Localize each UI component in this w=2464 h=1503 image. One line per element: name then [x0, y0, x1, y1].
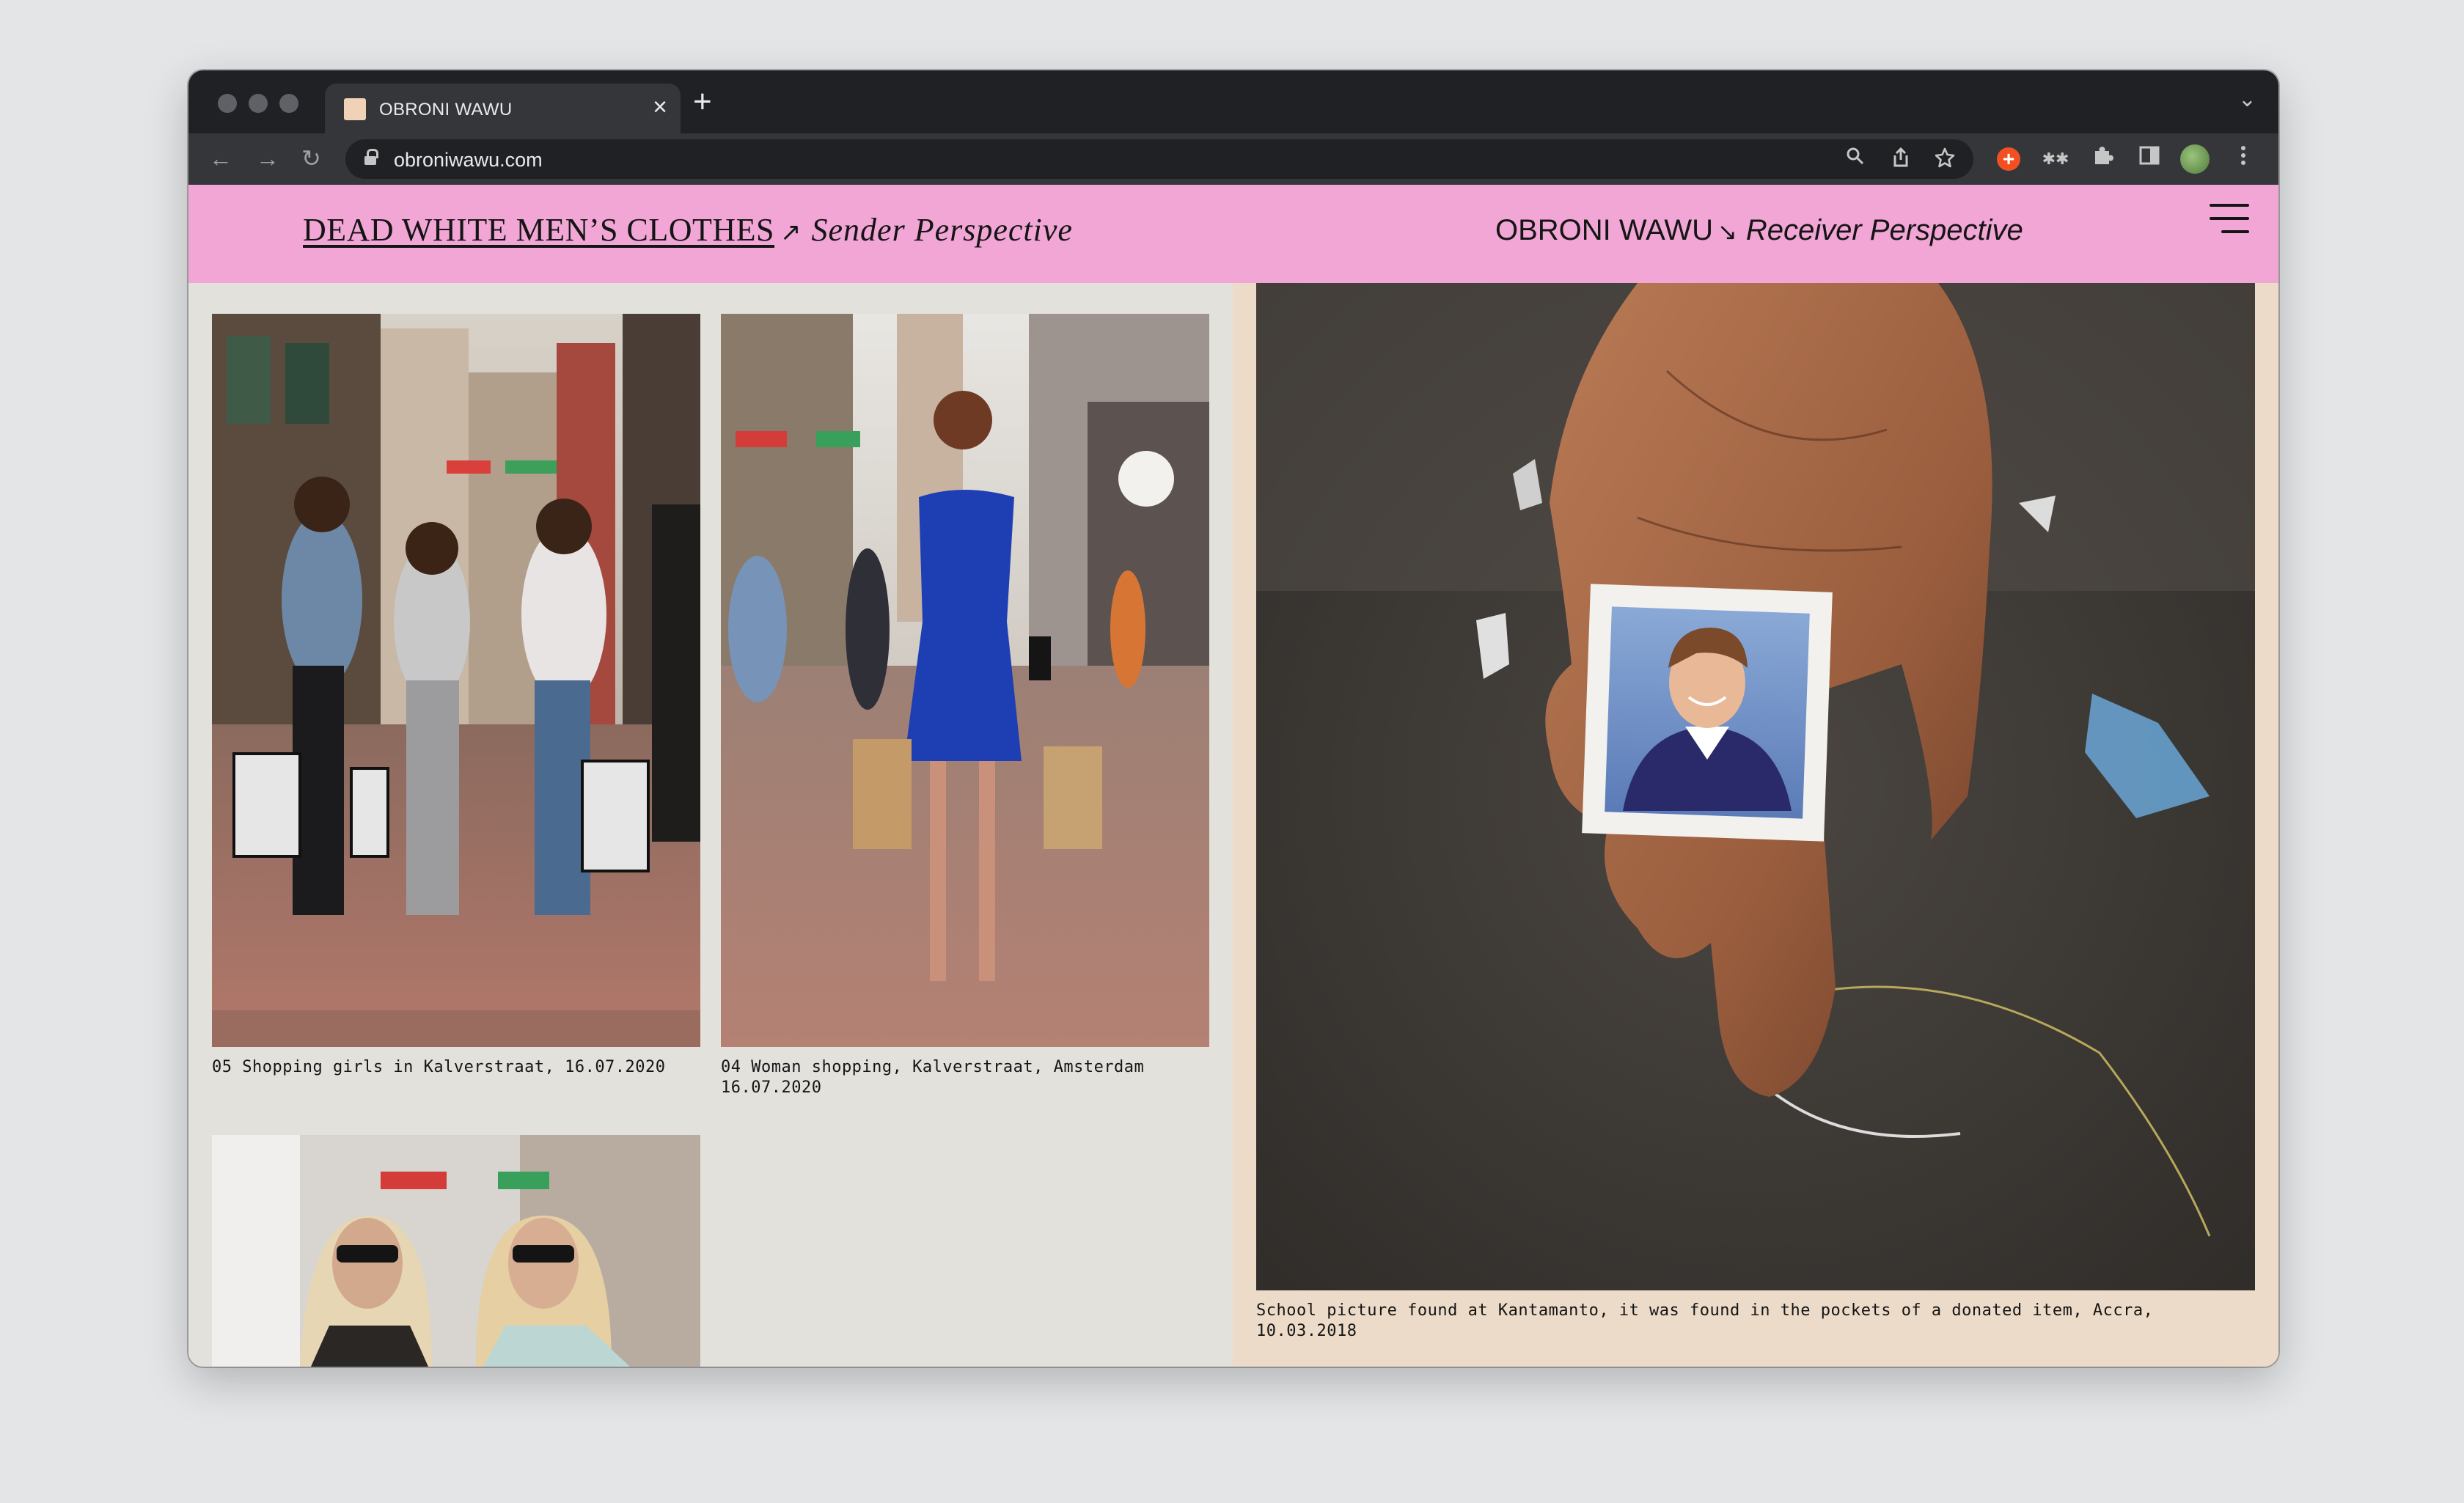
new-tab-button[interactable]: +	[693, 85, 712, 119]
obroni-wawu-title[interactable]: OBRONI WAWU	[1495, 214, 1713, 246]
photo-caption-woman-shopping: 04 Woman shopping, Kalverstraat, Amsterd…	[721, 1058, 1145, 1097]
share-icon[interactable]	[1891, 147, 1910, 174]
favicon-icon	[344, 98, 366, 120]
photo-woman-shopping[interactable]	[721, 314, 1209, 1047]
url-text[interactable]: obroniwawu.com	[394, 149, 543, 172]
lock-icon[interactable]	[364, 149, 378, 165]
sender-perspective-link[interactable]: DEAD WHITE MEN’S CLOTHES ↗ Sender Perspect…	[303, 211, 1073, 249]
dead-white-mens-clothes-title[interactable]: DEAD WHITE MEN’S CLOTHES	[303, 212, 774, 248]
browser-toolbar: ← → ↻ obroniwawu.com + ✱✱	[188, 133, 2278, 185]
tab-obroni-wawu[interactable]: OBRONI WAWU ×	[325, 84, 681, 133]
close-window-button[interactable]	[218, 94, 237, 113]
profile-avatar[interactable]	[2180, 144, 2210, 174]
webpage: DEAD WHITE MEN’S CLOTHES ↗ Sender Perspect…	[188, 185, 2278, 1367]
browser-window: OBRONI WAWU × + ⌄ ← → ↻ obroniwawu.com +…	[188, 70, 2278, 1367]
minimize-window-button[interactable]	[249, 94, 268, 113]
receiver-perspective-link[interactable]: OBRONI WAWU ↘ Receiver Perspective	[1495, 214, 2023, 247]
tab-close-icon[interactable]: ×	[653, 94, 667, 120]
address-bar[interactable]: obroniwawu.com	[345, 139, 1973, 179]
hamburger-menu-icon[interactable]	[2210, 204, 2249, 235]
star-icon[interactable]	[1934, 147, 1956, 174]
back-button[interactable]: ←	[209, 144, 232, 173]
site-header: DEAD WHITE MEN’S CLOTHES ↗ Sender Perspect…	[188, 185, 2278, 283]
puzzle-icon[interactable]	[2088, 144, 2117, 174]
reload-button[interactable]: ↻	[301, 144, 321, 173]
search-icon[interactable]	[1846, 147, 1865, 172]
sender-perspective-label: Sender Perspective	[811, 212, 1073, 248]
photo-caption-school-picture: School picture found at Kantamanto, it w…	[1256, 1301, 2154, 1340]
photo-caption-shopping-girls: 05 Shopping girls in Kalverstraat, 16.07…	[212, 1058, 666, 1076]
extension-mask-icon[interactable]: ✱✱	[2041, 144, 2070, 174]
sidebar-icon[interactable]	[2135, 144, 2164, 174]
zoom-window-button[interactable]	[279, 94, 298, 113]
arrow-down-right-icon: ↘	[1717, 218, 1737, 246]
photo-shopping-girls[interactable]	[212, 314, 700, 1047]
forward-button[interactable]: →	[256, 144, 279, 173]
receiver-perspective-label: Receiver Perspective	[1745, 214, 2023, 246]
tab-bar: OBRONI WAWU × + ⌄	[188, 70, 2278, 133]
tab-title: OBRONI WAWU	[379, 100, 513, 120]
photo-two-women[interactable]	[212, 1135, 700, 1367]
tab-search-icon[interactable]: ⌄	[2238, 87, 2256, 112]
arrow-up-right-icon: ↗	[780, 218, 802, 247]
window-controls	[218, 94, 298, 113]
extension-orange-icon[interactable]: +	[1997, 147, 2020, 171]
kebab-menu-icon[interactable]	[2229, 144, 2258, 174]
photo-hand-school-picture[interactable]	[1256, 283, 2255, 1290]
